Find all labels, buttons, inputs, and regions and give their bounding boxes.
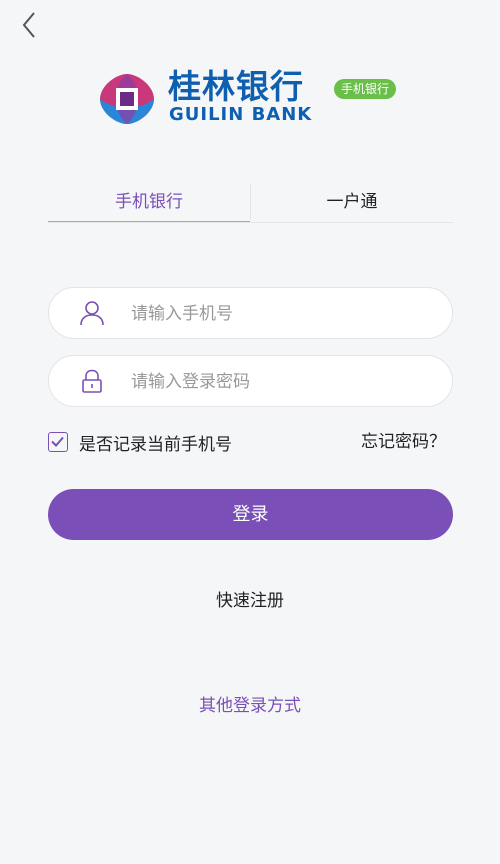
other-login-methods-link[interactable]: 其他登录方式 bbox=[0, 691, 500, 716]
login-tabs: 手机银行 一户通 bbox=[48, 184, 453, 223]
back-button[interactable] bbox=[14, 8, 46, 42]
bank-name-cn: 桂林银行 bbox=[168, 67, 304, 106]
phone-field[interactable] bbox=[48, 287, 453, 340]
quick-register-link[interactable]: 快速注册 bbox=[0, 586, 500, 611]
password-input[interactable] bbox=[129, 356, 433, 408]
remember-checkbox[interactable] bbox=[48, 432, 68, 452]
forgot-password-link[interactable]: 忘记密码？ bbox=[361, 430, 446, 454]
chevron-left-icon bbox=[22, 12, 35, 38]
bank-logo-mark-icon bbox=[100, 74, 154, 124]
bank-name-en: GUILIN BANK bbox=[169, 104, 313, 125]
mobile-bank-badge: 手机银行 bbox=[334, 79, 397, 99]
bank-logo: 桂林银行 GUILIN BANK 手机银行 bbox=[98, 67, 408, 128]
lock-icon bbox=[82, 369, 102, 393]
phone-input[interactable] bbox=[129, 288, 433, 340]
login-button[interactable]: 登录 bbox=[48, 489, 453, 540]
checkmark-icon bbox=[51, 436, 64, 447]
password-field[interactable] bbox=[48, 355, 453, 408]
user-icon bbox=[80, 301, 104, 326]
remember-label: 是否记录当前手机号 bbox=[79, 434, 232, 455]
remember-phone-toggle[interactable]: 是否记录当前手机号 bbox=[48, 430, 232, 455]
tab-one-account[interactable]: 一户通 bbox=[251, 184, 453, 222]
tab-mobile-banking[interactable]: 手机银行 bbox=[48, 184, 250, 222]
